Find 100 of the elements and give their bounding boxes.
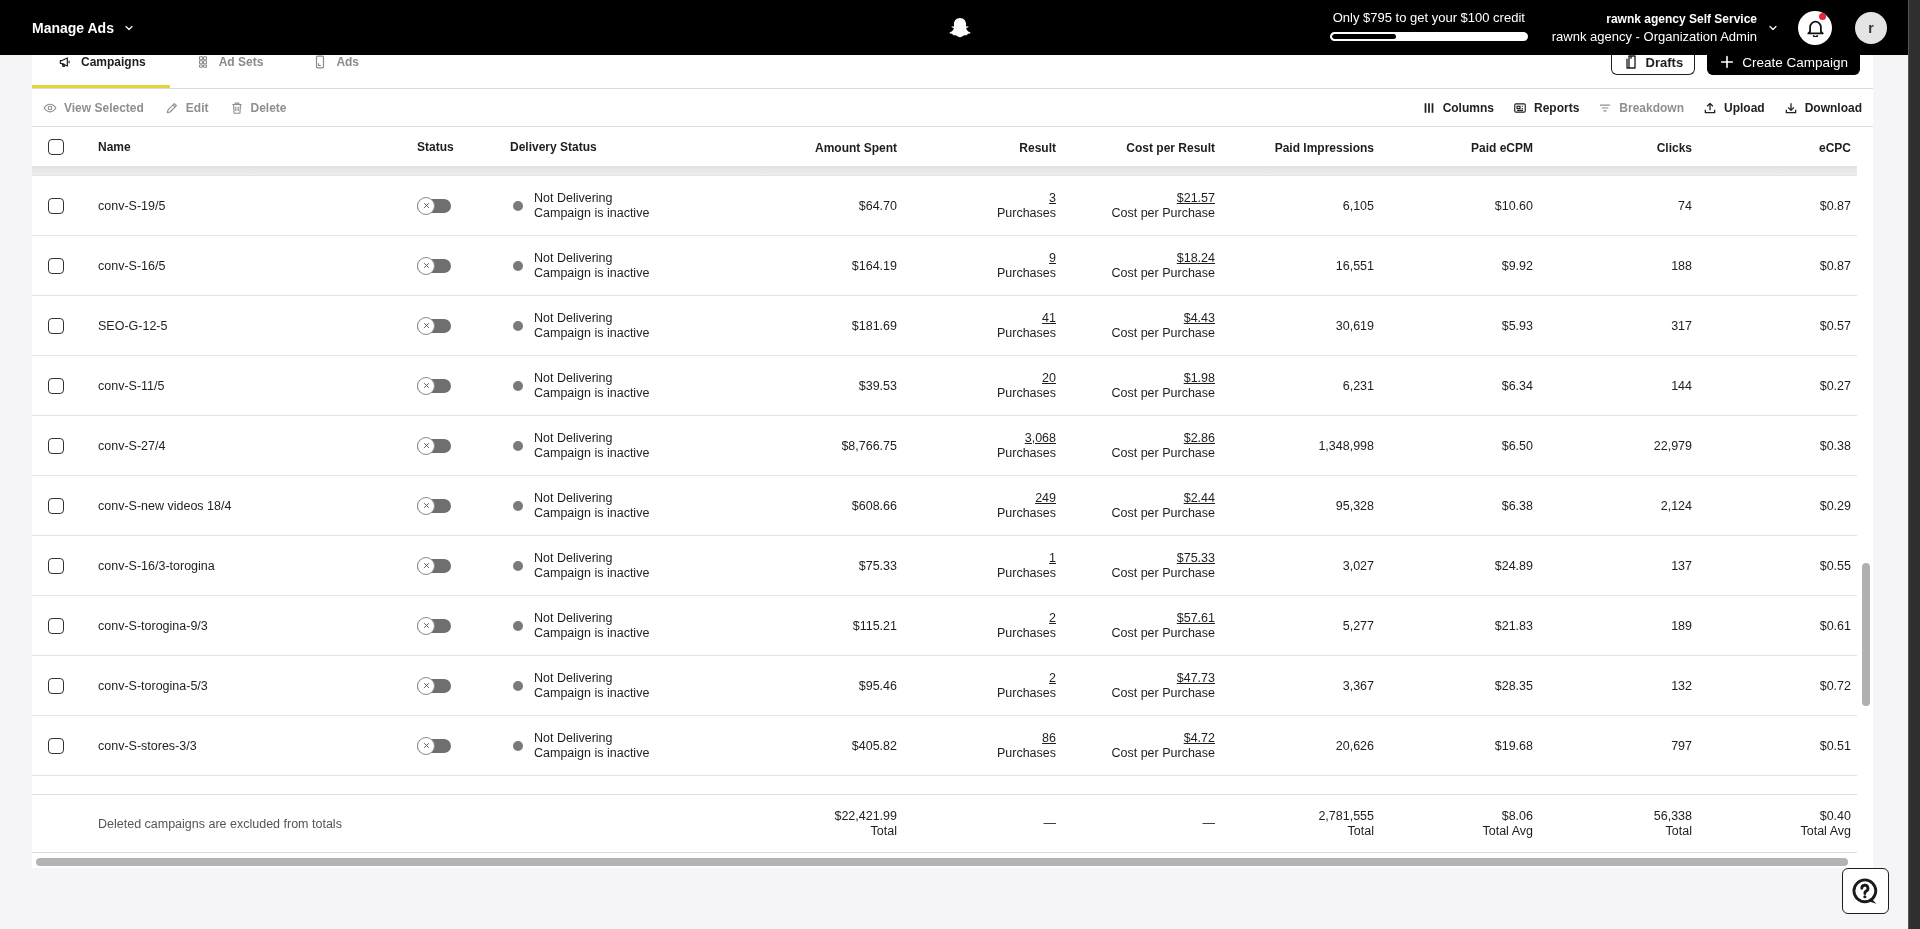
result-link[interactable]: 41 xyxy=(1042,311,1056,326)
result-link[interactable]: 20 xyxy=(1042,371,1056,386)
total-value: $8.06 xyxy=(1501,809,1533,824)
result-link[interactable]: 1 xyxy=(1049,551,1056,566)
column-header[interactable]: Delivery Status xyxy=(510,139,597,154)
tab[interactable]: Campaigns xyxy=(32,55,170,88)
upload-button[interactable]: Upload xyxy=(1703,100,1765,115)
campaign-name[interactable]: SEO-G-12-5 xyxy=(98,318,168,333)
row-checkbox[interactable] xyxy=(48,617,64,634)
delivery-detail: Campaign is inactive xyxy=(534,685,650,700)
cost-link[interactable]: $2.44 xyxy=(1183,491,1215,506)
column-header[interactable]: eCPC xyxy=(1819,140,1851,155)
result-link[interactable]: 2 xyxy=(1049,611,1056,626)
column-header[interactable]: Cost per Result xyxy=(1126,140,1215,155)
create-campaign-button[interactable]: Create Campaign xyxy=(1707,55,1860,75)
avatar-button[interactable]: r xyxy=(1855,11,1887,44)
impressions-count: 3,027 xyxy=(1342,558,1374,573)
cost-type: Cost per Purchase xyxy=(1111,625,1215,640)
campaign-name[interactable]: conv-S-11/5 xyxy=(98,378,165,393)
ghost-logo-icon[interactable] xyxy=(949,18,971,39)
status-toggle[interactable] xyxy=(417,676,451,695)
result-link[interactable]: 3,068 xyxy=(1024,431,1056,446)
result-type: Purchases xyxy=(996,205,1056,220)
result-link[interactable]: 9 xyxy=(1049,251,1056,266)
campaign-name[interactable]: conv-S-16/5 xyxy=(98,258,166,273)
result-link[interactable]: 3 xyxy=(1049,191,1056,206)
columns-button[interactable]: Columns xyxy=(1421,100,1494,115)
help-button[interactable] xyxy=(1842,868,1889,914)
manage-ads-menu[interactable]: Manage Ads xyxy=(32,19,135,36)
row-checkbox[interactable] xyxy=(48,197,64,214)
cost-link[interactable]: $47.73 xyxy=(1176,671,1215,686)
row-checkbox[interactable] xyxy=(48,557,64,574)
status-toggle[interactable] xyxy=(417,436,451,455)
campaign-name[interactable]: conv-S-27/4 xyxy=(98,438,166,453)
vertical-scrollbar-thumb[interactable] xyxy=(1862,563,1870,706)
result-link[interactable]: 2 xyxy=(1049,671,1056,686)
cost-link[interactable]: $57.61 xyxy=(1176,611,1215,626)
status-toggle[interactable] xyxy=(417,316,451,335)
result-type: Purchases xyxy=(996,325,1056,340)
campaign-name[interactable]: conv-S-new videos 18/4 xyxy=(98,498,232,513)
status-toggle[interactable] xyxy=(417,616,451,635)
row-checkbox[interactable] xyxy=(48,437,64,454)
status-toggle[interactable] xyxy=(417,556,451,575)
clicks-count: 132 xyxy=(1671,678,1692,693)
column-header[interactable]: Paid Impressions xyxy=(1274,140,1374,155)
bell-icon xyxy=(1806,18,1824,37)
result-type: Purchases xyxy=(996,505,1056,520)
report-icon xyxy=(1512,100,1527,115)
status-toggle[interactable] xyxy=(417,496,451,515)
x-mark-icon xyxy=(421,561,431,570)
account-switcher[interactable]: rawnk agency Self Service rawnk agency - Organization Admin xyxy=(1551,10,1779,45)
cost-type: Cost per Purchase xyxy=(1111,505,1215,520)
cost-link[interactable]: $75.33 xyxy=(1176,551,1215,566)
campaign-name[interactable]: conv-S-19/5 xyxy=(98,198,166,213)
delivery-detail: Campaign is inactive xyxy=(534,565,650,580)
impressions-count: 5,277 xyxy=(1342,618,1374,633)
cost-link[interactable]: $21.57 xyxy=(1176,191,1215,206)
tab[interactable]: Ad Sets xyxy=(169,55,288,88)
status-toggle[interactable] xyxy=(417,736,451,755)
campaign-name[interactable]: conv-S-torogina-5/3 xyxy=(98,678,208,693)
campaign-name[interactable]: conv-S-stores-3/3 xyxy=(98,738,197,753)
row-checkbox[interactable] xyxy=(48,377,64,394)
row-checkbox[interactable] xyxy=(48,257,64,274)
row-checkbox[interactable] xyxy=(48,737,64,754)
total-value: — xyxy=(1202,816,1215,831)
drafts-button[interactable]: Drafts xyxy=(1610,55,1696,75)
column-header[interactable]: Amount Spent xyxy=(815,140,897,155)
row-checkbox[interactable] xyxy=(48,677,64,694)
cost-link[interactable]: $4.72 xyxy=(1183,731,1215,746)
column-header[interactable]: Result xyxy=(1019,140,1056,155)
x-mark-icon xyxy=(421,681,431,690)
campaign-name[interactable]: conv-S-16/3-torogina xyxy=(98,558,215,573)
cost-link[interactable]: $2.86 xyxy=(1183,431,1215,446)
total-value: $0.40 xyxy=(1819,809,1851,824)
status-toggle[interactable] xyxy=(417,376,451,395)
cost-link[interactable]: $4.43 xyxy=(1183,311,1215,326)
x-mark-icon xyxy=(421,321,431,330)
row-checkbox[interactable] xyxy=(48,317,64,334)
result-link[interactable]: 86 xyxy=(1042,731,1056,746)
status-toggle[interactable] xyxy=(417,196,451,215)
row-checkbox[interactable] xyxy=(48,497,64,514)
x-mark-icon xyxy=(421,741,431,750)
total-label: Total xyxy=(1347,823,1374,838)
notifications-button[interactable] xyxy=(1798,10,1832,45)
campaign-name[interactable]: conv-S-torogina-9/3 xyxy=(98,618,208,633)
horizontal-scrollbar-thumb[interactable] xyxy=(36,858,1848,866)
impressions-count: 6,105 xyxy=(1342,198,1374,213)
cost-link[interactable]: $18.24 xyxy=(1176,251,1215,266)
cost-link[interactable]: $1.98 xyxy=(1183,371,1215,386)
column-header[interactable]: Status xyxy=(417,139,454,154)
select-all-checkbox[interactable] xyxy=(48,138,64,155)
result-link[interactable]: 249 xyxy=(1035,491,1056,506)
download-button[interactable]: Download xyxy=(1783,100,1862,115)
column-header[interactable]: Name xyxy=(98,139,131,154)
total-label: Total xyxy=(1665,823,1692,838)
column-header[interactable]: Clicks xyxy=(1656,140,1692,155)
status-toggle[interactable] xyxy=(417,256,451,275)
credit-message: Only $795 to get your $100 credit xyxy=(1332,10,1525,25)
column-header[interactable]: Paid eCPM xyxy=(1471,140,1533,155)
reports-button[interactable]: Reports xyxy=(1512,100,1580,115)
